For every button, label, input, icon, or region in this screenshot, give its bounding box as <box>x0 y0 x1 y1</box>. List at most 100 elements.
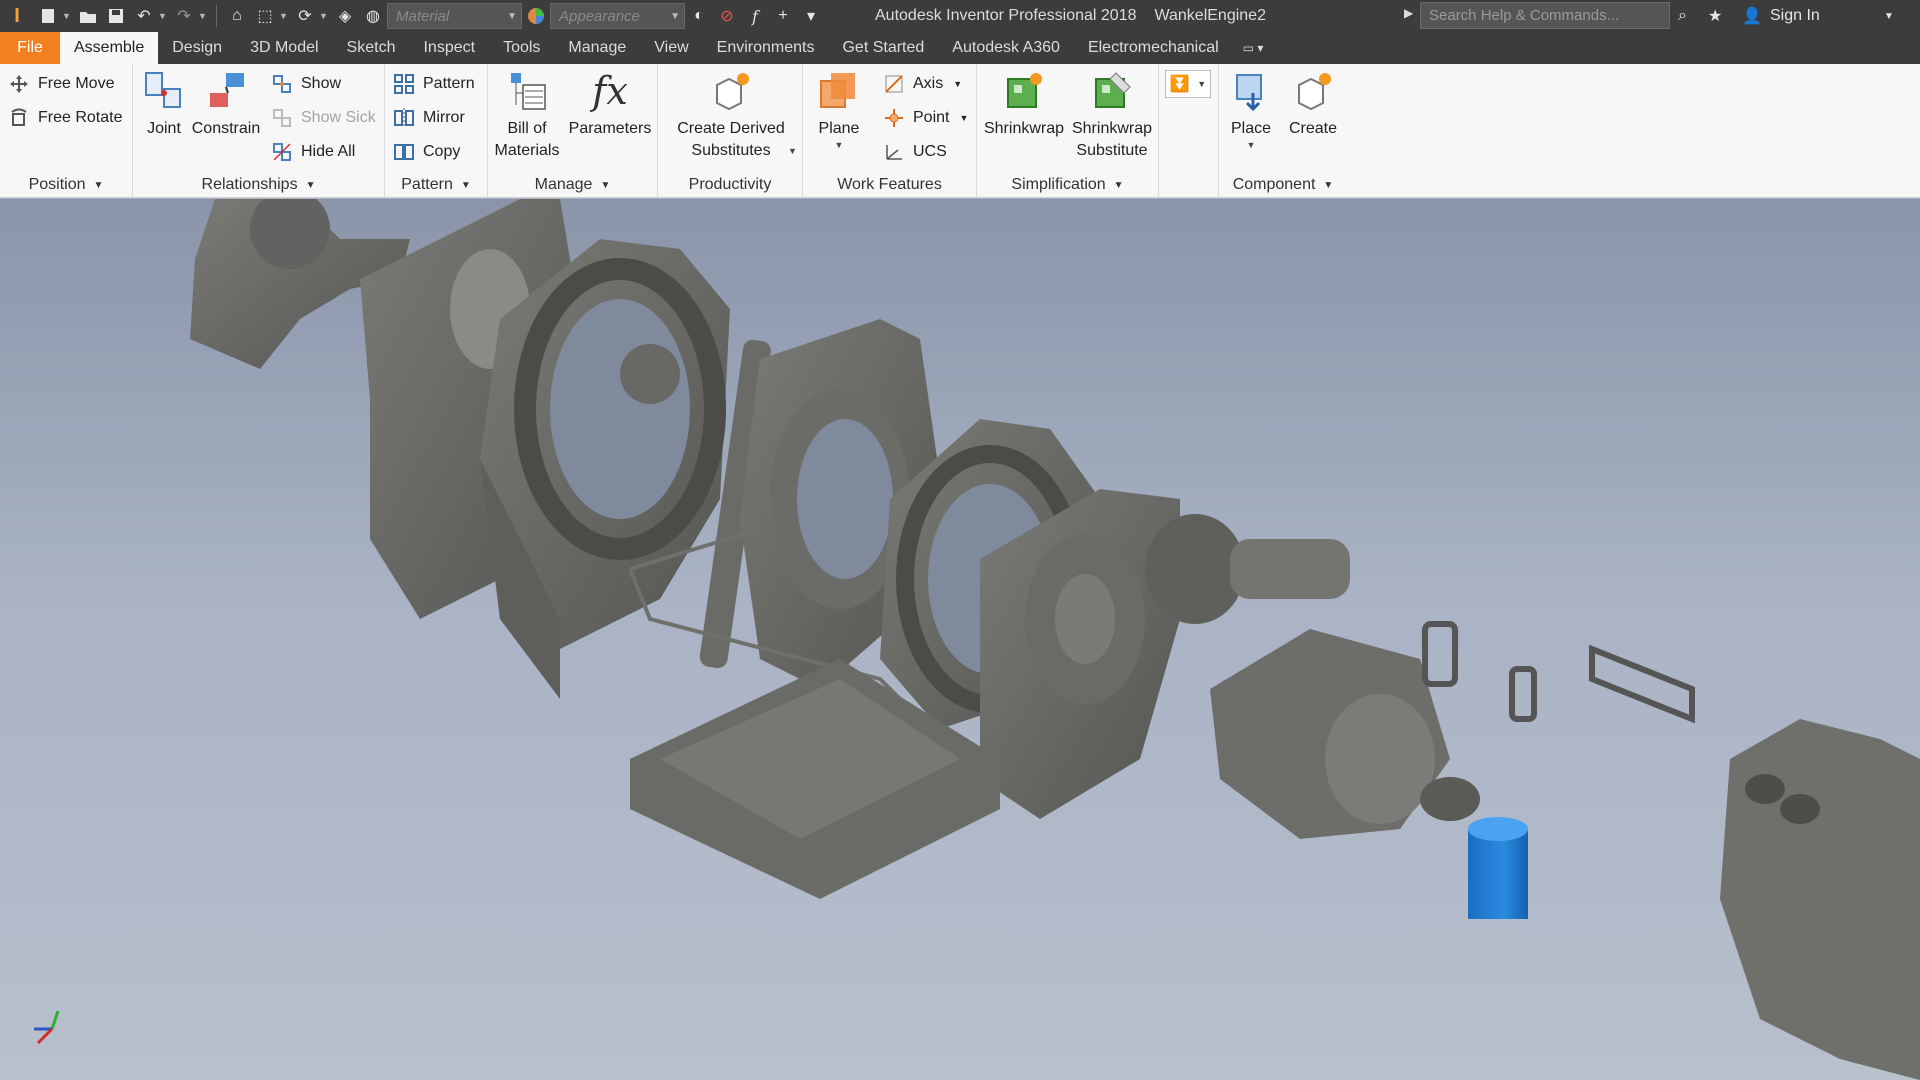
tab-get-started[interactable]: Get Started <box>828 32 938 64</box>
relationships-panel-label[interactable]: Relationships ▼ <box>133 172 384 198</box>
plus-icon[interactable]: + <box>769 2 797 30</box>
show-button[interactable]: Show <box>271 70 341 98</box>
inventor-logo-icon[interactable]: I <box>0 0 34 32</box>
free-rotate-label: Free Rotate <box>38 109 123 126</box>
bill-of-materials-button[interactable]: Bill of Materials <box>492 68 562 162</box>
favorites-star-icon[interactable]: ★ <box>1708 0 1722 32</box>
bill-of-materials-line2: Materials <box>494 142 560 159</box>
show-sick-label: Show Sick <box>301 109 376 126</box>
expand-arrow-icon[interactable]: ▶ <box>1404 6 1413 20</box>
new-file-icon[interactable] <box>34 2 62 30</box>
update-icon[interactable]: ⟳ <box>291 2 319 30</box>
tab-manage[interactable]: Manage <box>554 32 640 64</box>
plane-dropdown-icon[interactable]: ▼ <box>835 140 844 150</box>
hide-all-button[interactable]: Hide All <box>271 138 355 166</box>
axis-dropdown-icon[interactable]: ▼ <box>953 79 962 89</box>
search-input[interactable]: Search Help & Commands... <box>1420 2 1670 29</box>
shrinkwrap-button[interactable]: Shrinkwrap <box>979 68 1069 140</box>
create-component-button[interactable]: Create <box>1283 68 1343 140</box>
tab-assemble[interactable]: Assemble <box>60 32 159 64</box>
binoculars-icon[interactable]: ⌕ <box>1678 0 1687 32</box>
sign-in-button[interactable]: Sign In <box>1770 0 1820 32</box>
tab-inspect[interactable]: Inspect <box>409 32 489 64</box>
clear-appearance-icon[interactable]: ⊘ <box>713 2 741 30</box>
bill-of-materials-icon <box>504 68 550 114</box>
appearance-color-icon[interactable] <box>522 2 550 30</box>
show-sick-icon <box>271 107 293 129</box>
intake-manifold[interactable] <box>1720 719 1920 1080</box>
show-sick-button[interactable]: Show Sick <box>271 104 376 132</box>
joint-button[interactable]: Joint <box>139 68 189 140</box>
simplification-panel-title: Simplification <box>1011 176 1106 193</box>
place-dropdown-icon[interactable]: ▼ <box>1247 140 1256 150</box>
copy-icon <box>393 141 415 163</box>
show-label: Show <box>301 75 342 92</box>
undo-icon[interactable]: ↶ <box>130 2 158 30</box>
intake-gaskets[interactable] <box>1422 621 1695 724</box>
pattern-button[interactable]: Pattern <box>393 70 475 98</box>
copy-button[interactable]: Copy <box>393 138 460 166</box>
component-panel-label[interactable]: Component ▼ <box>1219 172 1347 198</box>
tab-3d-model[interactable]: 3D Model <box>236 32 332 64</box>
oil-filter[interactable] <box>1468 817 1528 919</box>
create-derived-substitutes-button[interactable]: Create Derived Substitutes <box>664 68 798 162</box>
point-button[interactable]: Point ▼ <box>883 104 968 132</box>
alternator[interactable] <box>1145 514 1350 624</box>
tab-file[interactable]: File <box>0 32 60 64</box>
tab-autodesk-a360[interactable]: Autodesk A360 <box>938 32 1074 64</box>
tab-electromechanical[interactable]: Electromechanical <box>1074 32 1233 64</box>
axis-icon <box>883 73 905 95</box>
redo-dropdown-icon[interactable]: ▼ <box>198 11 210 21</box>
customize-dropdown-icon[interactable]: ▾ <box>797 2 825 30</box>
material-combo[interactable]: Material ▼ <box>387 3 522 29</box>
create-derived-dropdown-icon[interactable]: ▼ <box>788 146 797 156</box>
exploded-engine-model[interactable] <box>0 199 1920 1080</box>
ucs-icon <box>883 141 905 163</box>
user-icon[interactable]: 👤 <box>1742 0 1762 32</box>
constrain-button[interactable]: Constrain <box>189 68 263 140</box>
adjust-appearance-icon[interactable]: ◐ <box>685 2 713 30</box>
ucs-button[interactable]: UCS <box>883 138 947 166</box>
select-dropdown-icon[interactable]: ▼ <box>279 11 291 21</box>
globe-icon[interactable]: ◍ <box>359 2 387 30</box>
joint-icon <box>141 68 187 114</box>
point-dropdown-icon[interactable]: ▼ <box>959 113 968 123</box>
undo-dropdown-icon[interactable]: ▼ <box>158 11 170 21</box>
transmission-adapter[interactable] <box>1210 629 1480 839</box>
selection-filter-dropdown[interactable]: ⏬ ▼ <box>1165 70 1211 98</box>
save-icon[interactable] <box>102 2 130 30</box>
fx-icon[interactable]: f <box>741 2 769 30</box>
tab-environments[interactable]: Environments <box>703 32 829 64</box>
home-icon[interactable]: ⌂ <box>223 2 251 30</box>
sign-in-dropdown-icon[interactable]: ▼ <box>1884 0 1894 32</box>
simplification-panel-label[interactable]: Simplification ▼ <box>977 172 1158 198</box>
free-move-button[interactable]: Free Move <box>8 70 114 98</box>
axis-button[interactable]: Axis ▼ <box>883 70 962 98</box>
redo-icon[interactable]: ↷ <box>170 2 198 30</box>
shrinkwrap-label: Shrinkwrap <box>983 120 1065 137</box>
new-dropdown-icon[interactable]: ▼ <box>62 11 74 21</box>
productivity-panel: Create Derived Substitutes ▼ Productivit… <box>658 64 803 198</box>
update-dropdown-icon[interactable]: ▼ <box>319 11 331 21</box>
graphics-viewport[interactable] <box>0 199 1920 1080</box>
tab-view[interactable]: View <box>640 32 702 64</box>
position-panel-label[interactable]: Position ▼ <box>0 172 132 198</box>
plane-button[interactable]: Plane ▼ <box>809 68 869 150</box>
free-rotate-button[interactable]: Free Rotate <box>8 104 122 132</box>
measure-icon[interactable]: ◈ <box>331 2 359 30</box>
select-icon[interactable]: ⬚ <box>251 2 279 30</box>
create-derived-line1: Create Derived <box>677 120 785 137</box>
parameters-button[interactable]: fx Parameters <box>566 68 654 140</box>
tab-design[interactable]: Design <box>158 32 236 64</box>
ribbon-display-toggle-icon[interactable]: ▭ ▾ <box>1233 32 1274 64</box>
mirror-button[interactable]: Mirror <box>393 104 465 132</box>
manage-panel-label[interactable]: Manage ▼ <box>488 172 657 198</box>
tab-tools[interactable]: Tools <box>489 32 554 64</box>
pattern-panel-label[interactable]: Pattern ▼ <box>385 172 487 198</box>
pattern-panel-title: Pattern <box>401 176 453 193</box>
appearance-combo[interactable]: Appearance ▼ <box>550 3 685 29</box>
open-folder-icon[interactable] <box>74 2 102 30</box>
tab-sketch[interactable]: Sketch <box>333 32 410 64</box>
shrinkwrap-substitute-button[interactable]: Shrinkwrap Substitute <box>1067 68 1157 162</box>
place-button[interactable]: Place ▼ <box>1221 68 1281 150</box>
